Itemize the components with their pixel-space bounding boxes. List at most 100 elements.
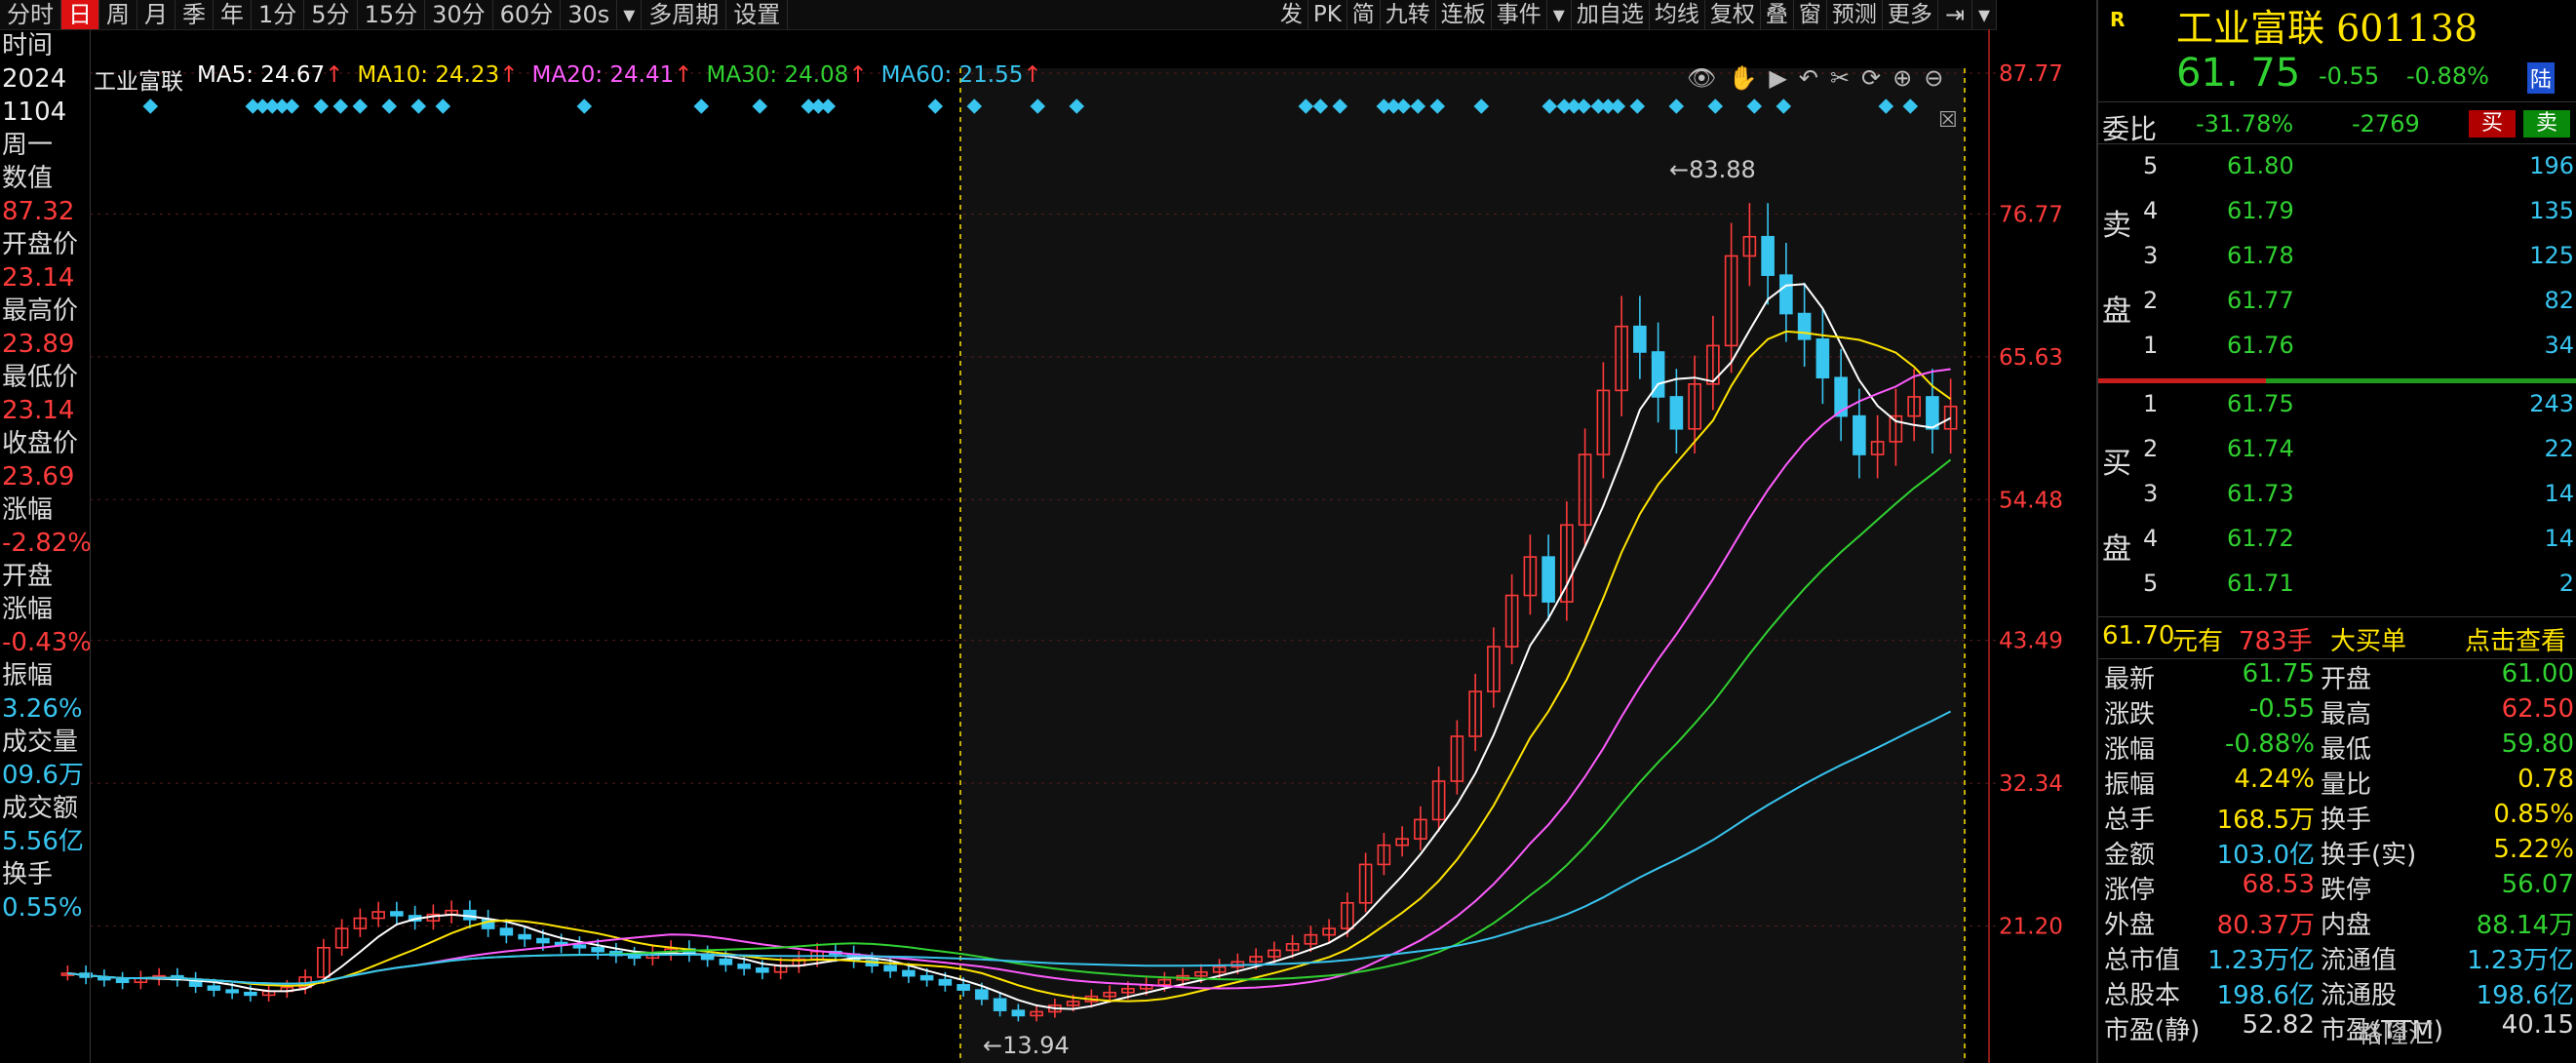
ma-legend-ma20[interactable]: MA20: 24.41↑ [531, 62, 692, 96]
info-label-10: 涨幅 [2, 595, 54, 624]
period-tab-3[interactable]: 月 [137, 0, 176, 29]
hand-icon[interactable]: ✋ [1728, 64, 1757, 92]
toolbar-right-tool-4[interactable]: 连板 [1436, 0, 1492, 29]
toolbar-right-tool-10[interactable]: 窗 [1794, 0, 1827, 29]
bids-row-3[interactable]: 3 61.73 14 [2137, 474, 2576, 519]
big-order-link[interactable]: 点击查看 [2465, 621, 2566, 657]
toolbar-right-tool-9[interactable]: 叠 [1761, 0, 1794, 29]
toolbar-right-tool-2[interactable]: 简 [1347, 0, 1381, 29]
buy-button[interactable]: 买 [2469, 110, 2516, 138]
stat-value: 88.14万 [2476, 911, 2574, 940]
kline-svg[interactable]: 87.77 76.77 65.63 54.48 43.49 32.34 21.20 ←83.8… [0, 29, 2096, 1063]
period-tab-5[interactable]: 年 [214, 0, 252, 29]
period-tab-0[interactable]: 分时 [0, 0, 61, 29]
stat-value: 62.50 [2501, 694, 2574, 724]
ma-legend-ma10[interactable]: MA10: 24.23↑ [357, 62, 518, 96]
period-tab-9[interactable]: 30分 [425, 0, 493, 29]
asks-level: 5 [2143, 152, 2159, 179]
asks-row-2[interactable]: 2 61.77 82 [2137, 281, 2576, 326]
play-icon[interactable]: ▶ [1769, 64, 1786, 92]
asks-price: 61.77 [2227, 287, 2294, 314]
bids-row-2[interactable]: 2 61.74 22 [2137, 429, 2576, 474]
asks-row-1[interactable]: 1 61.76 34 [2137, 326, 2576, 371]
eye-icon[interactable]: 👁 [1687, 64, 1716, 92]
ma-legend-ma30[interactable]: MA30: 24.08↑ [707, 62, 868, 96]
y-tick-label: 21.20 [1999, 914, 2063, 939]
period-dropdown-icon[interactable]: ▾ [617, 0, 643, 29]
bids-volume: 14 [2544, 480, 2574, 507]
period-tab-4[interactable]: 季 [176, 0, 214, 29]
event-dropdown-icon[interactable]: ▾ [1547, 0, 1572, 29]
bids-row-5[interactable]: 5 61.71 2 [2137, 564, 2576, 609]
asks-level: 3 [2143, 242, 2159, 269]
candle-body [756, 966, 769, 973]
candle-body [115, 978, 130, 984]
bids-row-1[interactable]: 1 61.75 243 [2137, 384, 2576, 429]
period-tab-8[interactable]: 15分 [358, 0, 426, 29]
zoom-out-icon[interactable]: ⊖ [1924, 64, 1943, 92]
bids-row-4[interactable]: 4 61.72 14 [2137, 519, 2576, 564]
stock-terminal-window: 分时日周月季年 1分 5分 15分 30分 60分 30s ▾ 多周期 设置发 PK 简九转 连板 事件 ▾… [0, 0, 2576, 1063]
exit-icon[interactable]: ⇥ [1938, 0, 1972, 29]
toolbar-right-tool-0[interactable]: 发 [1275, 0, 1308, 29]
period-tab-11[interactable]: 30s [561, 0, 618, 29]
period-tab-6[interactable]: 1分 [252, 0, 305, 29]
toolbar-right-tool-8[interactable]: 复权 [1705, 0, 1761, 29]
toolbar-right-tool-11[interactable]: 预测 [1827, 0, 1883, 29]
candle-body [975, 989, 989, 1001]
period-tab-2[interactable]: 周 [99, 0, 137, 29]
toolbar-right-tool-5[interactable]: 事件 [1492, 0, 1547, 29]
candle-body [737, 964, 751, 969]
big-order-text2: 大买单 [2330, 627, 2407, 656]
stat-row-8: 总市值 1.23万亿 流通值 1.23万亿 [2098, 940, 2576, 975]
big-order-text1: 元有 [2172, 627, 2224, 656]
refresh-icon[interactable]: ⟳ [1861, 64, 1881, 92]
quote-header: R 工业富联 601138 61. 75 -0.55 -0.88% 陆 [2098, 0, 2576, 99]
more-dropdown-icon[interactable]: ▾ [1972, 0, 1997, 29]
candle-body [883, 965, 897, 972]
asks-row-3[interactable]: 3 61.78 125 [2137, 236, 2576, 281]
stat-value: 4.24% [2234, 765, 2315, 794]
toolbar-right-tool-7[interactable]: 均线 [1650, 0, 1705, 29]
period-tab-1[interactable]: 日 [61, 0, 99, 29]
period-tab-7[interactable]: 5分 [304, 0, 358, 29]
stat-key: 流通股 [2321, 981, 2398, 1010]
candle-body [244, 991, 257, 997]
toolbar-right-tool-3[interactable]: 九转 [1381, 0, 1436, 29]
period-tab-10[interactable]: 60分 [493, 0, 562, 29]
asks-row-4[interactable]: 4 61.79 135 [2137, 191, 2576, 236]
ma-legend-ma60[interactable]: MA60: 21.55↑ [881, 62, 1042, 96]
candle-body [902, 969, 916, 977]
toolbar-right-tool-1[interactable]: PK [1308, 0, 1347, 29]
scissors-icon[interactable]: ✂ [1830, 64, 1850, 92]
asks-volume: 125 [2529, 242, 2574, 269]
stat-row-10: 市盈(静) 52.82 市盈(TTM) 40.15 [2098, 1010, 2576, 1045]
asks-row-5[interactable]: 5 61.80 196 [2137, 146, 2576, 191]
info-label-14: 换手 [2, 860, 54, 889]
info-value-0: 2024 [2, 64, 67, 94]
bids-price: 61.71 [2227, 570, 2294, 597]
ma-legend-ma5[interactable]: MA5: 24.67↑ [197, 62, 343, 96]
big-order-row[interactable]: 61.70 元有 783手 大买单 点击查看 [2098, 616, 2576, 659]
zoom-in-icon[interactable]: ⊕ [1893, 64, 1912, 92]
toolbar-right-tool-6[interactable]: 加自选 [1572, 0, 1650, 29]
candle-body [956, 984, 970, 991]
period-toolbar: 分时日周月季年 1分 5分 15分 30分 60分 30s ▾ 多周期 设置发 PK 简九转 连板 事件 ▾… [0, 0, 1997, 30]
stat-value: 1.23万亿 [2207, 946, 2315, 975]
stat-key: 涨幅 [2104, 735, 2156, 765]
undo-icon[interactable]: ↶ [1799, 64, 1818, 92]
info-value-8: -2.82% [2, 529, 90, 558]
bids-volume: 22 [2544, 435, 2574, 462]
asks-volume: 135 [2529, 197, 2574, 224]
asks-volume: 196 [2529, 152, 2574, 179]
toolbar-right-tool-12[interactable]: 更多 [1883, 0, 1938, 29]
toolbar-tool-1[interactable]: 设置 [726, 0, 789, 29]
big-order-lots: 783手 [2239, 627, 2313, 656]
stat-key: 最低 [2321, 735, 2372, 765]
toolbar-tool-0[interactable]: 多周期 [642, 0, 727, 29]
kline-chart[interactable]: 87.77 76.77 65.63 54.48 43.49 32.34 21.20 ←83.8… [0, 29, 2096, 1063]
selected-range-bg [960, 68, 1965, 1063]
bids-volume: 2 [2558, 570, 2574, 597]
info-label-8: 涨幅 [2, 495, 54, 525]
sell-button[interactable]: 卖 [2523, 110, 2570, 138]
